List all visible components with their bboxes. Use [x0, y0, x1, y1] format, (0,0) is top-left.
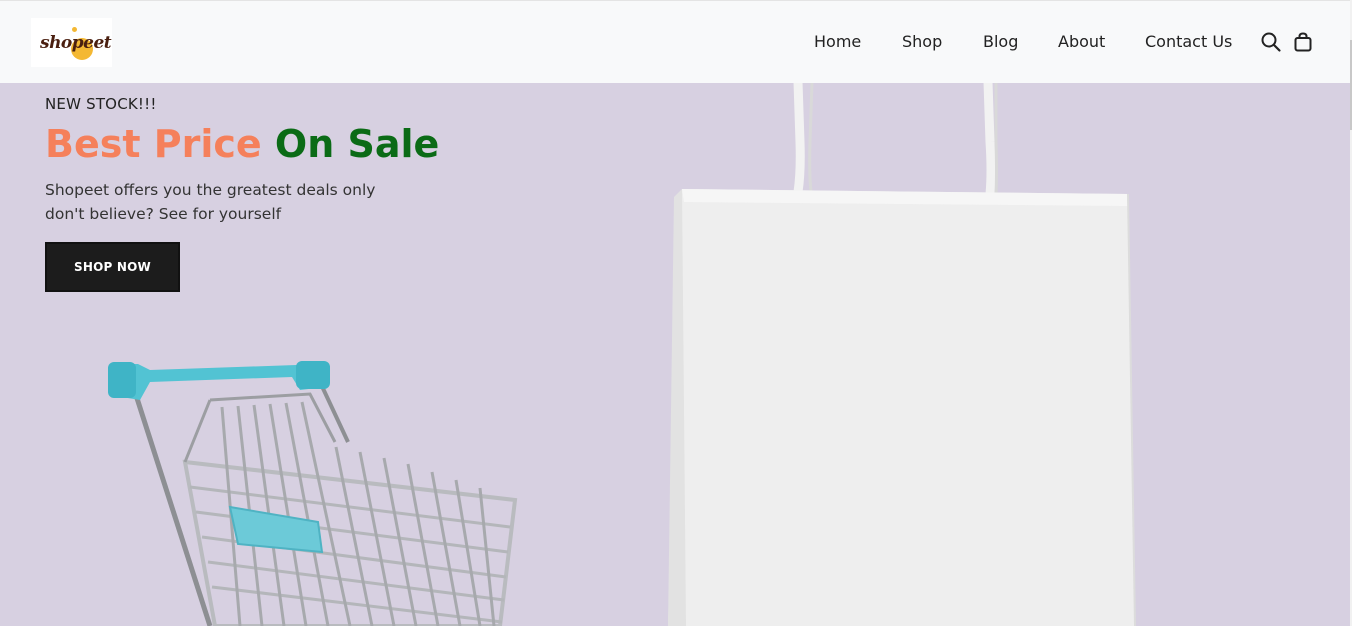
shop-now-button[interactable]: SHOP NOW — [45, 242, 180, 292]
shopping-cart — [132, 381, 518, 626]
headline-best-price: Best Price — [45, 122, 262, 166]
logo[interactable]: shopeet — [31, 18, 112, 67]
shopping-bag — [668, 189, 1136, 626]
nav-about[interactable]: About — [1058, 32, 1105, 51]
hero-eyebrow: NEW STOCK!!! — [45, 95, 157, 113]
bag-handles — [793, 82, 998, 195]
hero-headline: Best Price On Sale — [45, 122, 439, 166]
nav-home[interactable]: Home — [814, 32, 861, 51]
logo-accent-dot-small — [72, 27, 77, 32]
hero-banner: NEW STOCK!!! Best Price On Sale Shopeet … — [0, 82, 1350, 626]
page: NEW STOCK!!! Best Price On Sale Shopeet … — [0, 0, 1352, 626]
hero-subtext: Shopeet offers you the greatest deals on… — [45, 178, 425, 226]
headline-on-sale: On Sale — [274, 122, 440, 166]
hero-subtext-line-1: Shopeet offers you the greatest deals on… — [45, 181, 376, 199]
logo-text: shopeet — [40, 33, 112, 53]
hero-subtext-line-2: don't believe? See for yourself — [45, 205, 282, 223]
nav-blog[interactable]: Blog — [983, 32, 1018, 51]
site-header: shopeet Home Shop Blog About Contact Us — [0, 0, 1350, 83]
search-icon[interactable] — [1260, 31, 1282, 53]
shopping-bag-icon[interactable] — [1292, 31, 1314, 53]
nav-contact-us[interactable]: Contact Us — [1145, 32, 1232, 51]
nav-shop[interactable]: Shop — [902, 32, 942, 51]
